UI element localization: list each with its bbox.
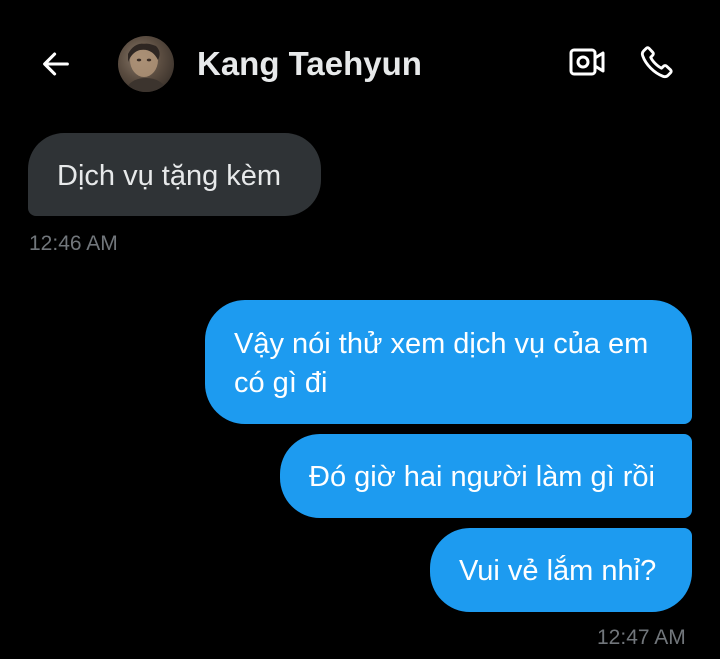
message-text: Vui vẻ lắm nhỉ? [459, 555, 657, 587]
message-bubble-sent[interactable]: Đó giờ hai người làm gì rồi [280, 434, 692, 518]
back-button[interactable] [36, 44, 76, 84]
message-bubble-sent[interactable]: Vui vẻ lắm nhỉ? [430, 528, 692, 612]
avatar[interactable] [118, 36, 174, 92]
voice-call-button[interactable] [636, 42, 678, 82]
video-call-button[interactable] [566, 42, 608, 82]
message-text: Dịch vụ tặng kèm [57, 160, 282, 192]
phone-icon [640, 46, 673, 79]
timestamp-received: 12:46 AM [29, 232, 118, 255]
message-text: Đó giờ hai người làm gì rồi [309, 461, 655, 493]
message-bubble-received[interactable]: Dịch vụ tặng kèm [28, 133, 321, 216]
message-text-line: Vậy nói thử xem dịch vụ của em [234, 328, 649, 360]
contact-name[interactable]: Kang Taehyun [197, 44, 422, 84]
message-text-line: có gì đi [234, 367, 328, 399]
timestamp-sent: 12:47 AM [597, 626, 686, 649]
conversation-header: Kang Taehyun [0, 0, 720, 128]
message-bubble-sent[interactable]: Vậy nói thử xem dịch vụ của em có gì đi [205, 300, 692, 424]
arrow-left-icon [43, 52, 69, 76]
video-camera-icon [569, 48, 605, 76]
